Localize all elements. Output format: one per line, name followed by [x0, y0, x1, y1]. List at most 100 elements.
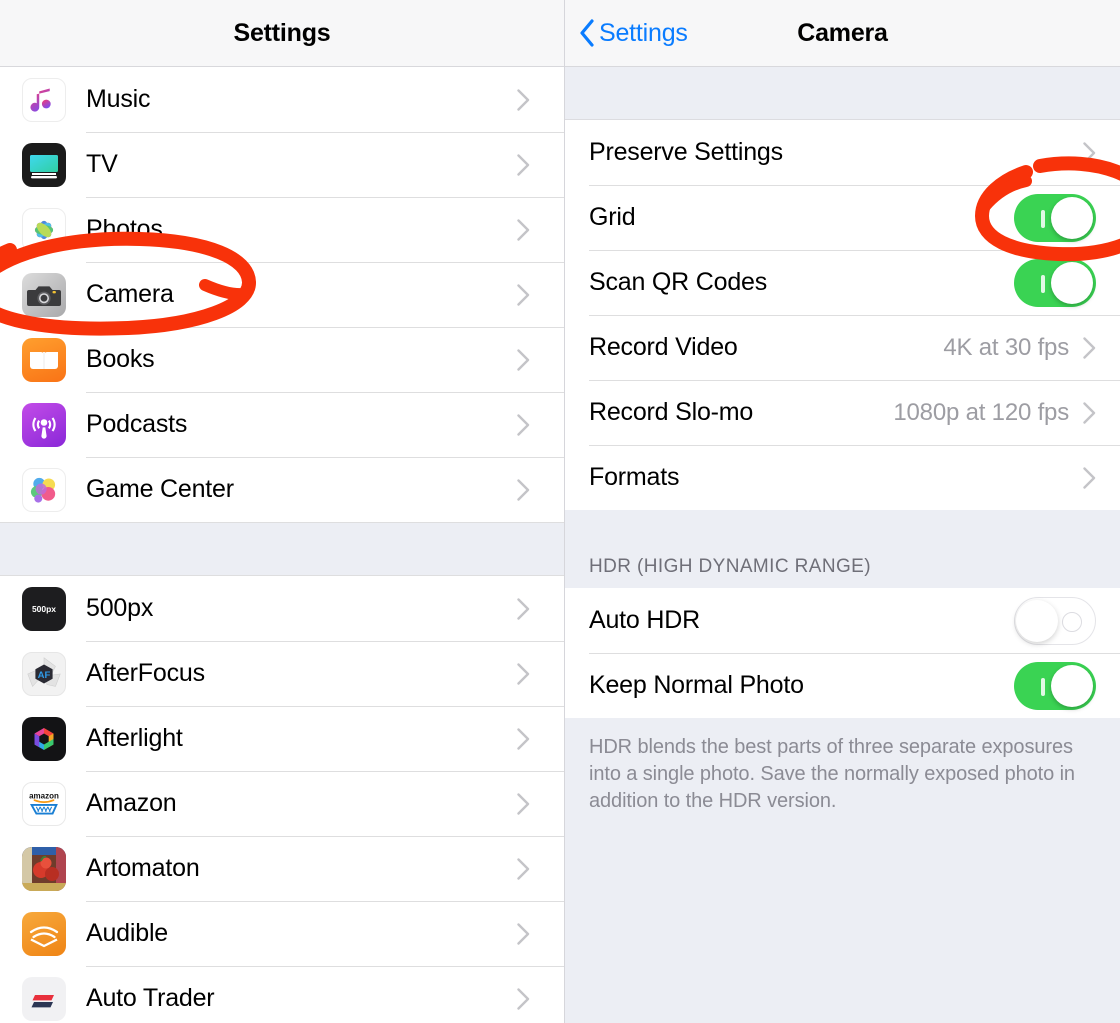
sidebar-item-auto-trader[interactable]: Auto Trader [0, 966, 564, 1023]
sidebar-item-label: Afterlight [86, 724, 183, 752]
sidebar-item-label: 500px [86, 594, 154, 622]
row-accessory [1014, 596, 1096, 645]
row-label: Grid [589, 203, 636, 231]
row-label: Scan QR Codes [589, 268, 768, 296]
camera-navbar: Settings Camera [565, 0, 1120, 67]
settings-master-panel: Settings Music TV Photos Camera Books Po… [0, 0, 565, 1023]
chevron-right-icon [517, 597, 530, 620]
chevron-right-icon [517, 413, 530, 436]
toggle-knob [1051, 196, 1093, 239]
back-button-label: Settings [599, 18, 688, 47]
third-party-apps-group: 500px 500px AF AfterFocus Afterlight ama… [0, 576, 564, 1023]
row-preserve-settings[interactable]: Preserve Settings [565, 120, 1120, 185]
sidebar-item-artomaton[interactable]: Artomaton [0, 836, 564, 901]
page-title: Settings [233, 18, 331, 47]
row-record-video[interactable]: Record Video 4K at 30 fps [565, 315, 1120, 380]
toggle-knob [1051, 261, 1093, 304]
sidebar-item-label: Game Center [86, 475, 234, 503]
sidebar-item-podcasts[interactable]: Podcasts [0, 392, 564, 457]
photos-app-icon [22, 207, 66, 252]
row-formats[interactable]: Formats [565, 445, 1120, 510]
sidebar-item-tv[interactable]: TV [0, 132, 564, 197]
scan-qr-codes-toggle[interactable] [1014, 258, 1096, 307]
audible-app-icon [22, 911, 66, 956]
sidebar-item-label: Amazon [86, 789, 177, 817]
toggle-knob [1051, 664, 1093, 707]
chevron-right-icon [517, 922, 530, 945]
svg-text:AF: AF [38, 669, 51, 680]
grid-toggle[interactable] [1014, 193, 1096, 242]
500px-app-icon: 500px [22, 586, 66, 631]
sidebar-item-books[interactable]: Books [0, 327, 564, 392]
row-accessory [1083, 141, 1096, 164]
hdr-settings-group: Auto HDR Keep Normal Photo [565, 588, 1120, 718]
chevron-right-icon [1083, 466, 1096, 489]
svg-text:500px: 500px [32, 604, 56, 614]
sidebar-item-amazon[interactable]: amazon Amazon [0, 771, 564, 836]
afterfocus-app-icon: AF [22, 651, 66, 696]
chevron-right-icon [517, 857, 530, 880]
toggle-on-bar [1041, 209, 1045, 228]
afterlight-app-icon [22, 716, 66, 761]
row-accessory: 1080p at 120 fps [893, 399, 1096, 427]
camera-detail-panel: Settings Camera Preserve Settings Grid S… [565, 0, 1120, 1023]
row-label: Preserve Settings [589, 138, 783, 166]
amazon-app-icon: amazon [22, 781, 66, 826]
sidebar-item-label: TV [86, 150, 118, 178]
row-accessory [1014, 661, 1096, 710]
row-grid[interactable]: Grid [565, 185, 1120, 250]
row-label: Keep Normal Photo [589, 671, 804, 699]
sidebar-item-label: AfterFocus [86, 659, 205, 687]
row-auto-hdr[interactable]: Auto HDR [565, 588, 1120, 653]
row-accessory [1014, 258, 1096, 307]
chevron-right-icon [517, 792, 530, 815]
row-record-slo-mo[interactable]: Record Slo-mo 1080p at 120 fps [565, 380, 1120, 445]
settings-navbar: Settings [0, 0, 564, 67]
row-value: 1080p at 120 fps [893, 398, 1069, 426]
row-value: 4K at 30 fps [943, 333, 1069, 361]
sidebar-item-label: Audible [86, 919, 168, 947]
podcasts-app-icon [22, 402, 66, 447]
sidebar-item-game-center[interactable]: Game Center [0, 457, 564, 522]
detail-top-spacer [565, 67, 1120, 120]
row-keep-normal-photo[interactable]: Keep Normal Photo [565, 653, 1120, 718]
sidebar-item-label: Podcasts [86, 410, 188, 438]
row-accessory [1014, 193, 1096, 242]
sidebar-item-label: Music [86, 85, 151, 113]
chevron-right-icon [517, 88, 530, 111]
toggle-on-bar [1041, 274, 1045, 293]
chevron-right-icon [1083, 336, 1096, 359]
chevron-right-icon [517, 153, 530, 176]
row-label: Record Slo-mo [589, 398, 754, 426]
chevron-right-icon [1083, 141, 1096, 164]
chevron-right-icon [517, 218, 530, 241]
toggle-off-circle [1062, 611, 1082, 632]
toggle-on-bar [1041, 677, 1045, 696]
artomaton-app-icon [22, 846, 66, 891]
apple-apps-group: Music TV Photos Camera Books Podcasts Ga… [0, 67, 564, 522]
sidebar-item-camera[interactable]: Camera [0, 262, 564, 327]
sidebar-item-label: Books [86, 345, 155, 373]
auto-hdr-toggle[interactable] [1014, 596, 1096, 645]
keep-normal-photo-toggle[interactable] [1014, 661, 1096, 710]
sidebar-item-label: Artomaton [86, 854, 200, 882]
sidebar-item-afterfocus[interactable]: AF AfterFocus [0, 641, 564, 706]
row-label: Formats [589, 463, 680, 491]
sidebar-item-afterlight[interactable]: Afterlight [0, 706, 564, 771]
sidebar-item-label: Photos [86, 215, 163, 243]
sidebar-item-label: Camera [86, 280, 174, 308]
sidebar-item-music[interactable]: Music [0, 67, 564, 132]
sidebar-item-audible[interactable]: Audible [0, 901, 564, 966]
tv-app-icon [22, 142, 66, 187]
svg-text:amazon: amazon [29, 791, 59, 800]
chevron-right-icon [517, 727, 530, 750]
row-scan-qr-codes[interactable]: Scan QR Codes [565, 250, 1120, 315]
sidebar-item-500px[interactable]: 500px 500px [0, 576, 564, 641]
camera-app-icon [22, 272, 66, 317]
sidebar-item-photos[interactable]: Photos [0, 197, 564, 262]
back-to-settings-button[interactable]: Settings [579, 19, 688, 48]
chevron-right-icon [1083, 401, 1096, 424]
chevron-right-icon [517, 987, 530, 1010]
chevron-left-icon [579, 19, 595, 47]
chevron-right-icon [517, 662, 530, 685]
